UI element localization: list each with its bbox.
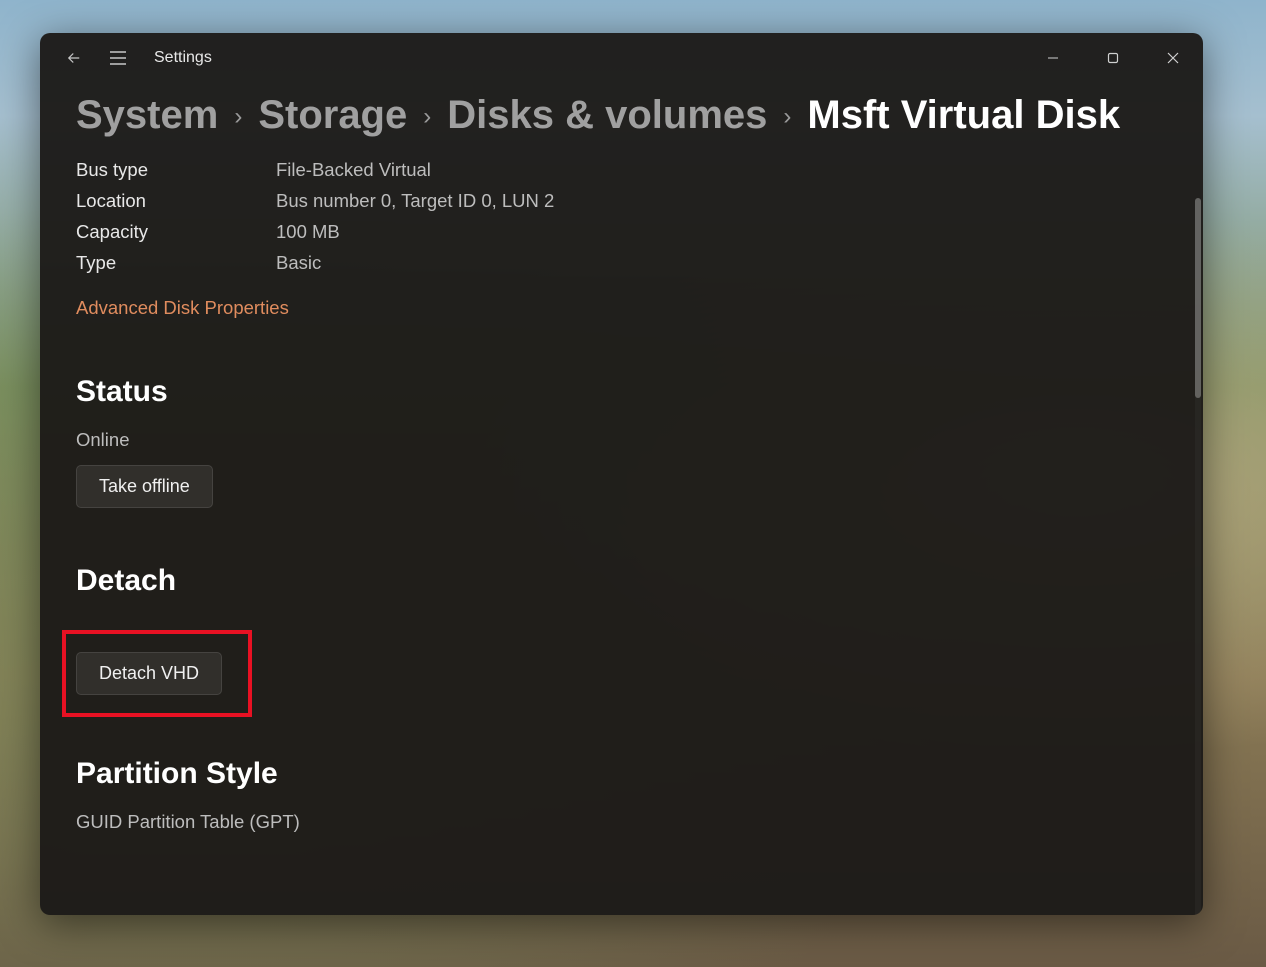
- titlebar: Settings: [40, 33, 1203, 83]
- minimize-icon: [1047, 52, 1059, 64]
- chevron-right-icon: ›: [228, 103, 248, 131]
- settings-window: Settings System › Storage › Disks & volu…: [40, 33, 1203, 915]
- property-row: Type Basic: [76, 252, 1183, 274]
- breadcrumb-storage[interactable]: Storage: [258, 93, 407, 138]
- property-label: Bus type: [76, 159, 276, 181]
- property-label: Capacity: [76, 221, 276, 243]
- property-label: Location: [76, 190, 276, 212]
- partition-style-value: GUID Partition Table (GPT): [76, 811, 1183, 833]
- breadcrumb-disks-volumes[interactable]: Disks & volumes: [447, 93, 767, 138]
- property-value: 100 MB: [276, 221, 340, 243]
- content-scroll-area: Media Virtual HD Bus type File-Backed Vi…: [40, 152, 1203, 884]
- maximize-button[interactable]: [1083, 38, 1143, 78]
- maximize-icon: [1107, 52, 1119, 64]
- status-heading: Status: [76, 375, 1183, 409]
- status-value: Online: [76, 429, 1183, 451]
- back-button[interactable]: [52, 38, 96, 78]
- property-row: Location Bus number 0, Target ID 0, LUN …: [76, 190, 1183, 212]
- breadcrumb: System › Storage › Disks & volumes › Msf…: [40, 83, 1203, 152]
- property-value: Bus number 0, Target ID 0, LUN 2: [276, 190, 554, 212]
- window-controls: [1023, 38, 1203, 78]
- minimize-button[interactable]: [1023, 38, 1083, 78]
- arrow-left-icon: [65, 49, 83, 67]
- close-icon: [1167, 52, 1179, 64]
- annotation-highlight: Detach VHD: [62, 630, 252, 717]
- chevron-right-icon: ›: [777, 103, 797, 131]
- advanced-disk-properties-link[interactable]: Advanced Disk Properties: [76, 297, 289, 319]
- property-value: File-Backed Virtual: [276, 159, 431, 181]
- detach-vhd-button[interactable]: Detach VHD: [76, 652, 222, 695]
- property-row: Capacity 100 MB: [76, 221, 1183, 243]
- property-value: Basic: [276, 252, 321, 274]
- breadcrumb-system[interactable]: System: [76, 93, 218, 138]
- close-button[interactable]: [1143, 38, 1203, 78]
- hamburger-icon: [109, 51, 127, 65]
- partition-style-heading: Partition Style: [76, 757, 1183, 791]
- property-label: Type: [76, 252, 276, 274]
- scrollbar-thumb[interactable]: [1195, 198, 1201, 398]
- app-title: Settings: [154, 49, 212, 67]
- nav-menu-button[interactable]: [96, 38, 140, 78]
- scrollbar[interactable]: [1195, 198, 1201, 915]
- property-row: Bus type File-Backed Virtual: [76, 159, 1183, 181]
- take-offline-button[interactable]: Take offline: [76, 465, 213, 508]
- content: Media Virtual HD Bus type File-Backed Vi…: [76, 152, 1183, 884]
- detach-heading: Detach: [76, 564, 1183, 598]
- breadcrumb-current: Msft Virtual Disk: [807, 93, 1120, 138]
- chevron-right-icon: ›: [417, 103, 437, 131]
